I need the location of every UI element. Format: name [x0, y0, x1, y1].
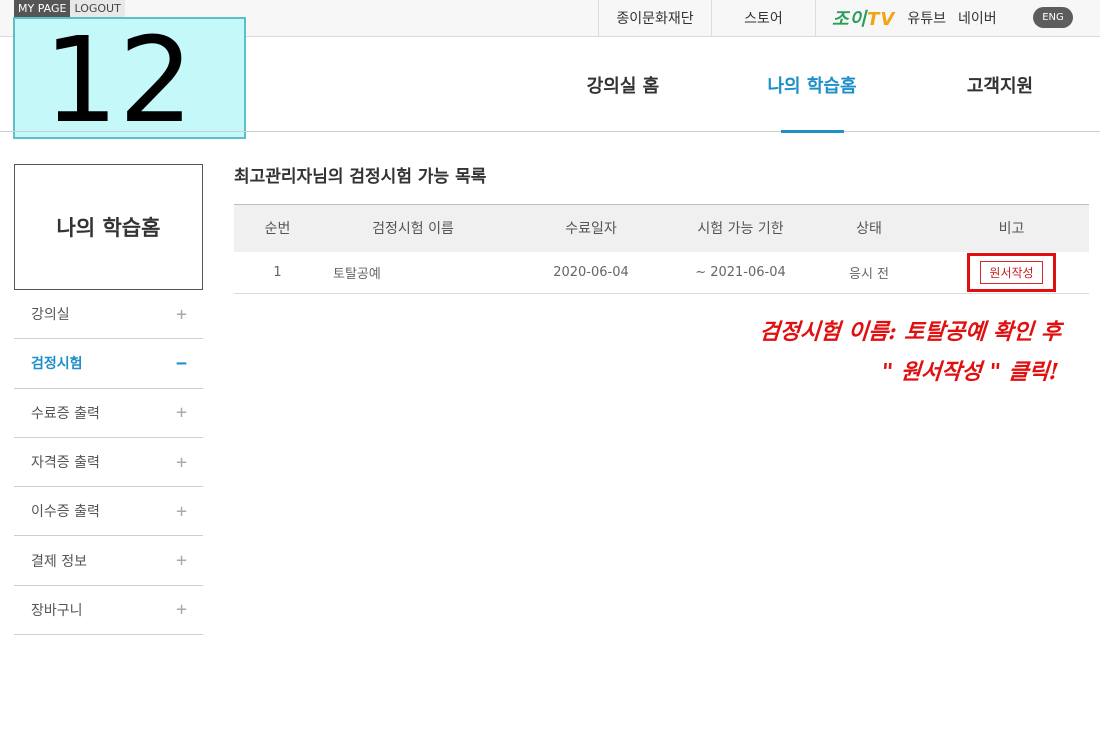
sidebar-item-payment[interactable]: 결제 정보 +: [14, 536, 203, 586]
sidebar-item-classroom[interactable]: 강의실 +: [14, 290, 203, 340]
joy-tv-logo[interactable]: 조이TV: [832, 5, 895, 31]
store-link[interactable]: 스토어: [711, 0, 815, 36]
foundation-link[interactable]: 종이문화재단: [598, 0, 711, 36]
row-number: 1: [234, 251, 321, 294]
plus-icon: +: [176, 550, 187, 572]
action-cell: 원서작성: [934, 251, 1089, 294]
sidebar-item-course-certificate[interactable]: 이수증 출력 +: [14, 487, 203, 537]
column-header: 순번: [234, 204, 321, 252]
sidebar-item-cart[interactable]: 장바구니 +: [14, 586, 203, 636]
highlight-box: 원서작성: [967, 252, 1056, 292]
sidebar-item-label: 결제 정보: [31, 553, 87, 570]
write-application-button[interactable]: 원서작성: [980, 260, 1043, 284]
sidebar-item-certificate-completion[interactable]: 수료증 출력 +: [14, 389, 203, 438]
plus-icon: +: [176, 303, 187, 325]
exam-name: 토탈공예: [321, 251, 505, 294]
tab-customer-support[interactable]: 고객지원: [950, 37, 1050, 132]
table-row: 1 토탈공예 2020-06-04 ~ 2021-06-04 응시 전 원서작성: [234, 251, 1089, 294]
page-title: 최고관리자님의 검정시험 가능 목록: [234, 167, 487, 187]
sidebar-item-label: 이수증 출력: [31, 504, 100, 521]
sidebar-item-license[interactable]: 자격증 출력 +: [14, 438, 203, 488]
plus-icon: +: [176, 451, 187, 473]
table-header-row: 순번 검정시험 이름 수료일자 시험 가능 기한 상태 비고: [234, 204, 1089, 252]
tab-classroom-home[interactable]: 강의실 홈: [570, 37, 676, 132]
sidebar-title: 나의 학습홈: [14, 164, 203, 290]
youtube-link[interactable]: 유튜브: [907, 8, 946, 28]
naver-link[interactable]: 네이버: [958, 8, 997, 28]
minus-icon: −: [176, 352, 187, 374]
sidebar-item-label: 강의실: [31, 307, 70, 324]
joy-tv-logo-part1: 조이: [832, 9, 868, 30]
column-header: 수료일자: [505, 204, 677, 252]
sidebar-item-label: 검정시험: [31, 356, 83, 373]
plus-icon: +: [176, 500, 187, 522]
plus-icon: +: [176, 599, 187, 621]
instruction-annotation: 검정시험 이름: 토탈공예 확인 후 " 원서작성 " 클릭!: [637, 312, 1063, 392]
annotation-line-1: 검정시험 이름: 토탈공예 확인 후: [758, 319, 1063, 345]
sidebar-menu: 강의실 + 검정시험 − 수료증 출력 + 자격증 출력 + 이수증 출력 + …: [14, 290, 203, 636]
sidebar-item-exam[interactable]: 검정시험 −: [14, 339, 203, 389]
joy-tv-logo-part2: TV: [867, 9, 896, 30]
column-header: 검정시험 이름: [321, 204, 505, 252]
exam-table: 순번 검정시험 이름 수료일자 시험 가능 기한 상태 비고 1 토탈공예 20…: [234, 204, 1089, 294]
completion-date: 2020-06-04: [505, 251, 677, 294]
sidebar-item-label: 수료증 출력: [31, 405, 100, 422]
exam-deadline: ~ 2021-06-04: [677, 251, 804, 294]
sidebar-item-label: 장바구니: [31, 602, 83, 619]
language-toggle[interactable]: ENG: [1033, 7, 1073, 28]
plus-icon: +: [176, 402, 187, 424]
tab-my-learning-home[interactable]: 나의 학습홈: [760, 37, 864, 133]
top-links: 종이문화재단 스토어 조이TV 유튜브 네이버: [598, 0, 1100, 36]
column-header: 시험 가능 기한: [677, 204, 804, 252]
column-header: 비고: [934, 204, 1089, 252]
sidebar-item-label: 자격증 출력: [31, 455, 100, 472]
annotation-line-2: " 원서작성 " 클릭!: [880, 359, 1060, 385]
exam-status: 응시 전: [804, 251, 934, 294]
column-header: 상태: [804, 204, 934, 252]
main-nav: 강의실 홈 나의 학습홈 고객지원: [0, 37, 1100, 133]
